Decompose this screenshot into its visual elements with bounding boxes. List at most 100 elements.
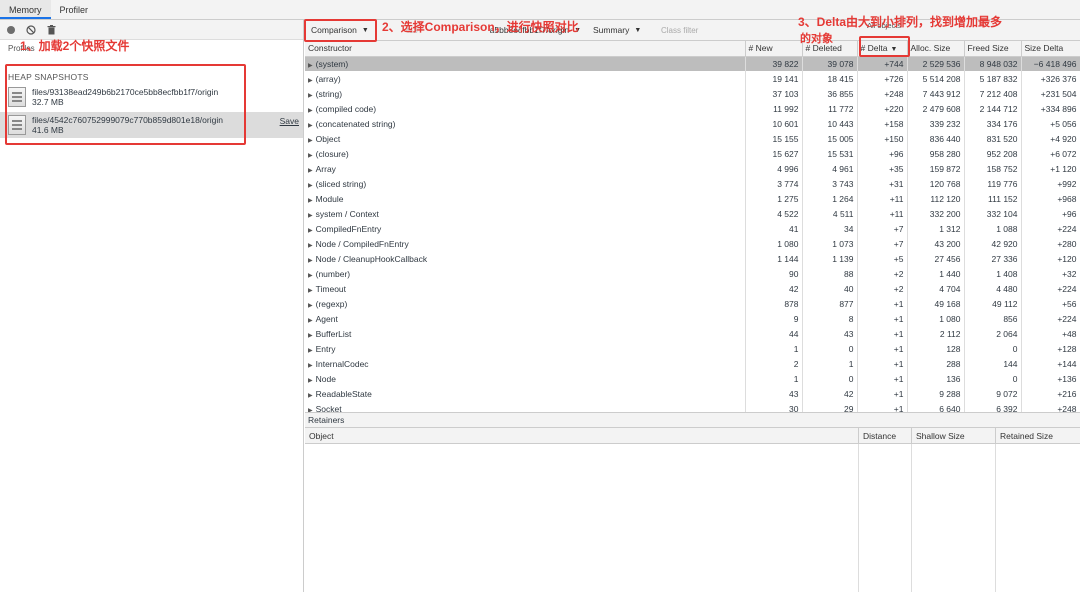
table-row[interactable]: ▶ Object 15 155 15 005 +150 836 440 831 520 +4 …	[305, 131, 1080, 146]
table-row[interactable]: ▶ (array) 19 141 18 415 +726 5 514 208 5 187 8…	[305, 71, 1080, 86]
col-alloc-size[interactable]: Alloc. Size	[907, 41, 965, 57]
value-cell: 112 120	[907, 191, 965, 206]
table-row[interactable]: ▶ (concatenated string) 10 601 10 443 +158 33…	[305, 116, 1080, 131]
expand-arrow-icon[interactable]: ▶	[308, 273, 313, 279]
table-row[interactable]: ▶ CompiledFnEntry 41 34 +7 1 312 1 088 +224	[305, 221, 1080, 236]
constructor-name: (concatenated string)	[315, 118, 396, 129]
expand-arrow-icon[interactable]: ▶	[308, 348, 313, 354]
tab-profiler[interactable]: Profiler	[51, 0, 98, 19]
expand-arrow-icon[interactable]: ▶	[308, 333, 313, 339]
value-cell: 8	[802, 311, 858, 326]
table-row[interactable]: ▶ (regexp) 878 877 +1 49 168 49 112 +56	[305, 296, 1080, 311]
value-cell: 1	[745, 371, 803, 386]
constructor-name: (closure)	[315, 148, 349, 159]
value-cell: 856	[964, 311, 1022, 326]
table-row[interactable]: ▶ Node 1 0 +1 136 0 +136	[305, 371, 1080, 386]
value-cell: 128	[907, 341, 965, 356]
value-cell: 120 768	[907, 176, 965, 191]
table-row[interactable]: ▶ (compiled code) 11 992 11 772 +220 2 479 60…	[305, 101, 1080, 116]
value-cell: 39 822	[745, 56, 803, 71]
expand-arrow-icon[interactable]: ▶	[308, 78, 313, 84]
value-cell: +35	[857, 161, 908, 176]
expand-arrow-icon[interactable]: ▶	[308, 213, 313, 219]
expand-arrow-icon[interactable]: ▶	[308, 258, 313, 264]
table-row[interactable]: ▶ (closure) 15 627 15 531 +96 958 280 952 208 +…	[305, 146, 1080, 161]
constructor-cell: ▶ Timeout	[305, 281, 746, 296]
expand-arrow-icon[interactable]: ▶	[308, 393, 313, 399]
table-row[interactable]: ▶ system / Context 4 522 4 511 +11 332 200 332…	[305, 206, 1080, 221]
expand-arrow-icon[interactable]: ▶	[308, 93, 313, 99]
annotation-box-comparison	[304, 19, 377, 42]
value-cell: 15 531	[802, 146, 858, 161]
table-row[interactable]: ▶ InternalCodec 2 1 +1 288 144 +144	[305, 356, 1080, 371]
table-row[interactable]: ▶ Node / CleanupHookCallback 1 144 1 139 +5 2…	[305, 251, 1080, 266]
expand-arrow-icon[interactable]: ▶	[308, 198, 313, 204]
constructor-name: CompiledFnEntry	[315, 223, 382, 234]
col-distance[interactable]: Distance	[859, 428, 912, 443]
table-row[interactable]: ▶ Array 4 996 4 961 +35 159 872 158 752 +1 120	[305, 161, 1080, 176]
constructor-name: (sliced string)	[315, 178, 367, 189]
table-row[interactable]: ▶ Module 1 275 1 264 +11 112 120 111 152 +968	[305, 191, 1080, 206]
constructor-cell: ▶ Module	[305, 191, 746, 206]
table-row[interactable]: ▶ Agent 9 8 +1 1 080 856 +224	[305, 311, 1080, 326]
value-cell: 1 408	[964, 266, 1022, 281]
col-size-delta[interactable]: Size Delta	[1021, 41, 1080, 57]
record-icon[interactable]	[6, 25, 16, 35]
value-cell: 8 948 032	[964, 56, 1022, 71]
value-cell: −6 418 496	[1021, 56, 1080, 71]
value-cell: 10 443	[802, 116, 858, 131]
table-row[interactable]: ▶ BufferList 44 43 +1 2 112 2 064 +48	[305, 326, 1080, 341]
col-new[interactable]: # New	[745, 41, 803, 57]
expand-arrow-icon[interactable]: ▶	[308, 378, 313, 384]
col-freed-size[interactable]: Freed Size	[964, 41, 1022, 57]
table-row[interactable]: ▶ Socket 30 29 +1 6 640 6 392 +248	[305, 401, 1080, 412]
expand-arrow-icon[interactable]: ▶	[308, 63, 313, 69]
expand-arrow-icon[interactable]: ▶	[308, 243, 313, 249]
table-row[interactable]: ▶ Node / CompiledFnEntry 1 080 1 073 +7 43 20…	[305, 236, 1080, 251]
value-cell: 288	[907, 356, 965, 371]
trash-icon[interactable]	[46, 24, 56, 35]
table-row[interactable]: ▶ (system) 39 822 39 078 +744 2 529 536 8 948 …	[305, 56, 1080, 71]
save-link[interactable]: Save	[280, 116, 299, 126]
col-constructor[interactable]: Constructor	[305, 41, 746, 57]
class-filter-input[interactable]: Class filter	[661, 26, 721, 35]
expand-arrow-icon[interactable]: ▶	[308, 363, 313, 369]
value-cell: +5	[857, 251, 908, 266]
value-cell: 3 743	[802, 176, 858, 191]
value-cell: +96	[1021, 206, 1080, 221]
expand-arrow-icon[interactable]: ▶	[308, 153, 313, 159]
value-cell: +1	[857, 296, 908, 311]
col-object[interactable]: Object	[305, 428, 859, 443]
constructor-name: Node / CleanupHookCallback	[315, 253, 428, 264]
col-shallow-size[interactable]: Shallow Size	[912, 428, 996, 443]
retainers-header: Object Distance Shallow Size Retained Si…	[305, 428, 1080, 444]
constructor-name: (compiled code)	[315, 103, 377, 114]
constructor-name: Node	[315, 373, 336, 384]
perspective-select[interactable]: Summary ▼	[587, 25, 655, 35]
value-cell: 34	[802, 221, 858, 236]
table-row[interactable]: ▶ Entry 1 0 +1 128 0 +128	[305, 341, 1080, 356]
expand-arrow-icon[interactable]: ▶	[308, 123, 313, 129]
constructor-cell: ▶ Socket	[305, 401, 746, 412]
value-cell: +31	[857, 176, 908, 191]
table-row[interactable]: ▶ (sliced string) 3 774 3 743 +31 120 768 119 …	[305, 176, 1080, 191]
value-cell: 18 415	[802, 71, 858, 86]
expand-arrow-icon[interactable]: ▶	[308, 108, 313, 114]
table-row[interactable]: ▶ (string) 37 103 36 855 +248 7 443 912 7 212 …	[305, 86, 1080, 101]
expand-arrow-icon[interactable]: ▶	[308, 228, 313, 234]
table-row[interactable]: ▶ (number) 90 88 +2 1 440 1 408 +32	[305, 266, 1080, 281]
value-cell: 111 152	[964, 191, 1022, 206]
expand-arrow-icon[interactable]: ▶	[308, 318, 313, 324]
expand-arrow-icon[interactable]: ▶	[308, 303, 313, 309]
table-row[interactable]: ▶ ReadableState 43 42 +1 9 288 9 072 +216	[305, 386, 1080, 401]
expand-arrow-icon[interactable]: ▶	[308, 138, 313, 144]
value-cell: +726	[857, 71, 908, 86]
expand-arrow-icon[interactable]: ▶	[308, 168, 313, 174]
tab-memory[interactable]: Memory	[0, 0, 51, 19]
clear-icon[interactable]	[26, 24, 36, 35]
table-row[interactable]: ▶ Timeout 42 40 +2 4 704 4 480 +224	[305, 281, 1080, 296]
col-retained-size[interactable]: Retained Size	[996, 428, 1080, 443]
expand-arrow-icon[interactable]: ▶	[308, 183, 313, 189]
expand-arrow-icon[interactable]: ▶	[308, 288, 313, 294]
value-cell: +56	[1021, 296, 1080, 311]
